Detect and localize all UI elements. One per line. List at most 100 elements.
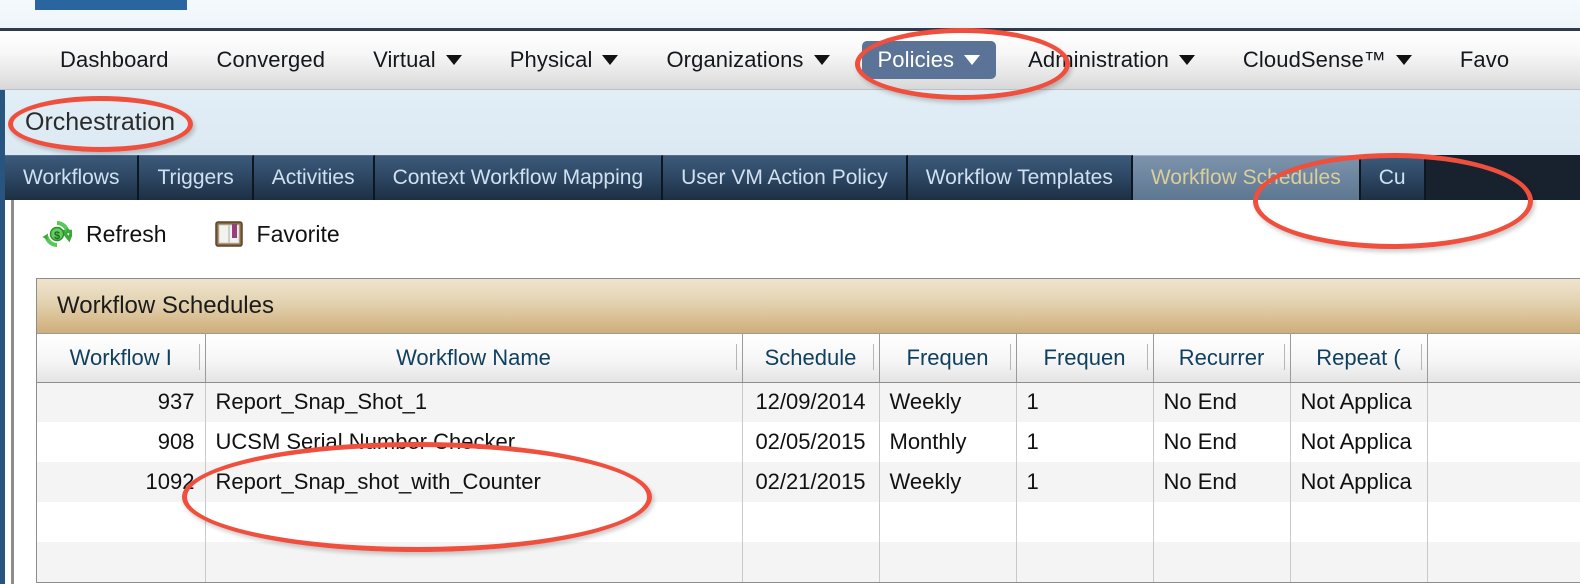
table-cell xyxy=(1427,422,1580,462)
column-header-4[interactable]: Frequen xyxy=(1016,334,1154,383)
main-menu-bar: Dashboard Converged Virtual Physical Organiz… xyxy=(0,28,1580,90)
menu-item-virtual[interactable]: Virtual xyxy=(357,41,478,79)
table-cell: 1 xyxy=(1016,382,1154,422)
column-header-label: Workflow Name xyxy=(396,344,551,370)
table-cell xyxy=(1016,502,1154,542)
column-header-3[interactable]: Frequen xyxy=(879,334,1017,383)
table-cell xyxy=(1427,542,1580,582)
breadcrumb-bar: Orchestration xyxy=(0,90,1580,155)
menu-item-administration[interactable]: Administration xyxy=(1012,41,1211,79)
table-cell xyxy=(1153,502,1291,542)
panel-header: Workflow Schedules xyxy=(37,279,1580,334)
app-root: Dashboard Converged Virtual Physical Organiz… xyxy=(0,0,1580,584)
table-cell: Report_Snap_Shot_1 xyxy=(205,382,743,422)
workflow-schedules-panel: Workflow Schedules Workflow I Workflow Na… xyxy=(36,278,1580,583)
table-cell xyxy=(205,502,743,542)
table-row[interactable] xyxy=(37,502,1580,542)
table-row[interactable] xyxy=(37,542,1580,582)
table-cell: UCSM Serial Number Checker xyxy=(205,422,743,462)
menu-item-policies[interactable]: Policies xyxy=(861,41,997,79)
column-header-1[interactable]: Workflow Name xyxy=(205,334,743,383)
chevron-down-icon xyxy=(1395,55,1412,65)
tab-label: User VM Action Policy xyxy=(681,166,888,189)
table-header-row: Workflow I Workflow Name Schedule Frequen Fr… xyxy=(37,334,1580,383)
menu-item-organizations[interactable]: Organizations xyxy=(650,41,845,79)
table-cell xyxy=(742,542,880,582)
browser-tab-chip[interactable] xyxy=(35,0,187,10)
column-resize-handle[interactable] xyxy=(198,344,200,370)
table-body: 937 Report_Snap_Shot_1 12/09/2014 Weekly 1 No… xyxy=(37,382,1580,582)
column-header-6[interactable]: Repeat ( xyxy=(1290,334,1428,383)
table-row[interactable]: 1092 Report_Snap_shot_with_Counter 02/21/2… xyxy=(37,462,1580,502)
table-cell xyxy=(1290,542,1428,582)
menu-item-favo[interactable]: Favo xyxy=(1444,41,1525,79)
chevron-down-icon xyxy=(602,55,619,65)
tab-label: Workflow Templates xyxy=(925,166,1113,189)
svg-text:$: $ xyxy=(54,230,60,242)
refresh-icon: $ xyxy=(42,219,75,249)
sub-tab-strip: Workflows Triggers Activities Context Workf… xyxy=(0,155,1580,200)
tab-label: Context Workflow Mapping xyxy=(392,166,644,189)
table-cell: No End xyxy=(1153,422,1291,462)
table-cell: 02/05/2015 xyxy=(742,422,880,462)
refresh-button[interactable]: $ Refresh xyxy=(42,219,167,249)
tab-workflow-schedules[interactable]: Workflow Schedules xyxy=(1132,155,1361,200)
table-cell xyxy=(742,502,880,542)
table-cell: Monthly xyxy=(879,422,1017,462)
column-resize-handle[interactable] xyxy=(872,344,874,370)
menu-item-dashboard[interactable]: Dashboard xyxy=(44,41,185,79)
table-cell: 1092 xyxy=(37,462,206,502)
table-cell: 1 xyxy=(1016,462,1154,502)
menu-item-label: Organizations xyxy=(666,47,804,72)
table-cell: Not Applica xyxy=(1290,462,1428,502)
column-resize-handle[interactable] xyxy=(1009,344,1011,370)
column-header-5[interactable]: Recurrer xyxy=(1153,334,1291,383)
panel-title-text: Workflow Schedules xyxy=(57,292,274,319)
tab-cu[interactable]: Cu xyxy=(1360,155,1426,200)
column-header-label: Repeat ( xyxy=(1316,344,1401,370)
table-cell: 12/09/2014 xyxy=(742,382,880,422)
breadcrumb[interactable]: Orchestration xyxy=(25,108,175,137)
table-cell xyxy=(879,502,1017,542)
menu-item-label: Dashboard xyxy=(60,47,169,72)
content-inner: $ Refresh Favorite Workflow Schedules Wo… xyxy=(11,200,1580,584)
menu-item-physical[interactable]: Physical xyxy=(494,41,635,79)
favorite-button[interactable]: Favorite xyxy=(214,220,340,248)
table-cell: Report_Snap_shot_with_Counter xyxy=(205,462,743,502)
favorite-label: Favorite xyxy=(256,220,340,247)
tab-label: Triggers xyxy=(157,166,234,189)
tab-activities[interactable]: Activities xyxy=(253,155,375,200)
column-resize-handle[interactable] xyxy=(1283,344,1285,370)
menu-item-label: Favo xyxy=(1459,47,1510,72)
table-cell xyxy=(1153,542,1291,582)
table-row[interactable]: 937 Report_Snap_Shot_1 12/09/2014 Weekly 1 No… xyxy=(37,382,1580,422)
menu-item-label: Policies xyxy=(877,47,955,72)
column-header-0[interactable]: Workflow I xyxy=(37,334,206,383)
tab-workflows[interactable]: Workflows xyxy=(5,155,140,200)
menu-item-label: Virtual xyxy=(373,47,436,72)
column-resize-handle[interactable] xyxy=(1420,344,1422,370)
column-header-label: Frequen xyxy=(906,344,989,370)
book-icon xyxy=(214,221,243,247)
chevron-down-icon xyxy=(445,55,462,65)
tab-user-vm-action-policy[interactable]: User VM Action Policy xyxy=(663,155,908,200)
content-area: $ Refresh Favorite Workflow Schedules Wo… xyxy=(0,200,1580,584)
top-sliver xyxy=(0,0,1580,28)
menu-item-converged[interactable]: Converged xyxy=(201,41,342,79)
tab-context-workflow-mapping[interactable]: Context Workflow Mapping xyxy=(374,155,664,200)
column-resize-handle[interactable] xyxy=(735,344,737,370)
tab-workflow-templates[interactable]: Workflow Templates xyxy=(907,155,1133,200)
column-header-label: Workflow I xyxy=(69,344,172,370)
table-cell xyxy=(1427,462,1580,502)
workflow-schedules-table: Workflow I Workflow Name Schedule Frequen Fr… xyxy=(37,334,1580,582)
table-row[interactable]: 908 UCSM Serial Number Checker 02/05/2015 M… xyxy=(37,422,1580,462)
tab-triggers[interactable]: Triggers xyxy=(139,155,254,200)
table-cell: 937 xyxy=(37,382,206,422)
column-resize-handle[interactable] xyxy=(1146,344,1148,370)
table-cell xyxy=(1427,382,1580,422)
menu-item-cloudsense[interactable]: CloudSense™ xyxy=(1227,41,1428,79)
table-cell xyxy=(37,502,206,542)
table-cell xyxy=(205,542,743,582)
column-header-7[interactable] xyxy=(1427,334,1580,383)
column-header-2[interactable]: Schedule xyxy=(742,334,880,383)
